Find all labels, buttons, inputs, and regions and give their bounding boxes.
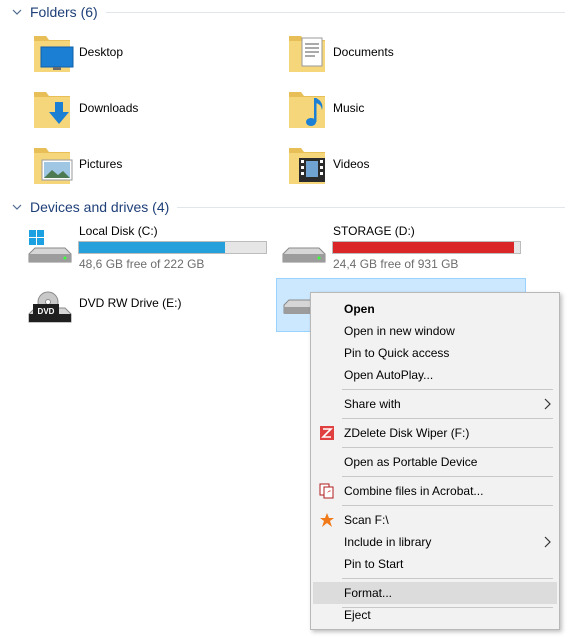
- menu-item-open-portable[interactable]: Open as Portable Device: [313, 451, 557, 473]
- folders-section-title: Folders (6): [30, 4, 98, 20]
- avast-scan-icon: [320, 513, 334, 527]
- pictures-folder-icon: [34, 148, 73, 184]
- menu-item-share-with[interactable]: Share with: [313, 393, 557, 415]
- menu-item-label: Share with: [344, 397, 401, 411]
- menu-separator: [342, 476, 553, 477]
- videos-folder-icon: [289, 148, 325, 184]
- menu-item-label: Open: [344, 302, 375, 316]
- menu-separator: [342, 447, 553, 448]
- drives-section-header[interactable]: Devices and drives (4): [10, 196, 565, 218]
- folder-videos[interactable]: Videos: [285, 144, 515, 188]
- section-divider: [177, 206, 565, 208]
- menu-item-label: Pin to Quick access: [344, 346, 450, 360]
- drive-label: Local Disk (C:): [79, 224, 158, 238]
- documents-folder-icon: [289, 36, 325, 72]
- chevron-right-icon: [544, 536, 551, 548]
- menu-item-label: Open in new window: [344, 324, 455, 338]
- section-divider: [105, 11, 565, 13]
- menu-item-zdelete[interactable]: ZDelete Disk Wiper (F:): [313, 422, 557, 444]
- menu-item-label: ZDelete Disk Wiper (F:): [344, 426, 470, 440]
- drive-free-space: 48,6 GB free of 222 GB: [79, 257, 205, 271]
- menu-separator: [342, 578, 553, 579]
- menu-item-label: Include in library: [344, 535, 432, 549]
- drive-d[interactable]: STORAGE (D:) 24,4 GB free of 931 GB: [281, 224, 526, 274]
- menu-item-format[interactable]: Format...: [313, 582, 557, 604]
- menu-item-combine-acrobat[interactable]: Combine files in Acrobat...: [313, 480, 557, 502]
- menu-item-label: Format...: [344, 586, 393, 600]
- folder-downloads[interactable]: Downloads: [30, 88, 260, 132]
- menu-item-label: Open AutoPlay...: [344, 368, 434, 382]
- dvd-drive-icon: DVD: [28, 291, 72, 323]
- desktop-folder-icon: [34, 36, 74, 72]
- drive-free-space: 24,4 GB free of 931 GB: [333, 257, 459, 271]
- menu-item-label: Scan F:\: [344, 513, 389, 527]
- drive-label: STORAGE (D:): [333, 224, 415, 238]
- context-menu: Open Open in new window Pin to Quick acc…: [310, 292, 560, 630]
- drive-e[interactable]: DVD DVD RW Drive (E:): [27, 290, 272, 330]
- chevron-down-icon[interactable]: [10, 200, 24, 214]
- folder-label: Music: [333, 101, 365, 115]
- menu-item-pin-start[interactable]: Pin to Start: [313, 553, 557, 575]
- drive-usage-bar: [332, 241, 521, 254]
- folder-desktop[interactable]: Desktop: [30, 32, 260, 76]
- folder-pictures[interactable]: Pictures: [30, 144, 260, 188]
- folder-music[interactable]: Music: [285, 88, 515, 132]
- svg-text:DVD: DVD: [38, 307, 55, 316]
- menu-item-label: Combine files in Acrobat...: [344, 484, 484, 498]
- menu-item-open-new-window[interactable]: Open in new window: [313, 320, 557, 342]
- menu-item-label: Eject: [344, 608, 371, 622]
- zdelete-icon: [320, 426, 334, 440]
- folders-section-header[interactable]: Folders (6): [10, 1, 565, 23]
- drive-c[interactable]: Local Disk (C:) 48,6 GB free of 222 GB: [27, 224, 272, 274]
- drive-usage-bar: [78, 241, 267, 254]
- drive-label: DVD RW Drive (E:): [79, 296, 182, 310]
- menu-item-open-autoplay[interactable]: Open AutoPlay...: [313, 364, 557, 386]
- menu-separator: [342, 389, 553, 390]
- acrobat-combine-icon: [319, 483, 334, 499]
- chevron-down-icon[interactable]: [10, 5, 24, 19]
- folder-label: Documents: [333, 45, 394, 59]
- menu-item-label: Open as Portable Device: [344, 455, 478, 469]
- folder-label: Videos: [333, 157, 370, 171]
- menu-item-include-library[interactable]: Include in library: [313, 531, 557, 553]
- folder-documents[interactable]: Documents: [285, 32, 515, 76]
- menu-item-scan[interactable]: Scan F:\: [313, 509, 557, 531]
- menu-item-pin-quick-access[interactable]: Pin to Quick access: [313, 342, 557, 364]
- menu-item-eject[interactable]: Eject: [313, 604, 557, 626]
- music-folder-icon: [289, 92, 325, 128]
- drives-section-title: Devices and drives (4): [30, 199, 170, 215]
- downloads-folder-icon: [34, 92, 70, 128]
- menu-item-open[interactable]: Open: [313, 298, 557, 320]
- folder-label: Desktop: [79, 45, 124, 59]
- folder-label: Pictures: [79, 157, 123, 171]
- hard-drive-icon: [282, 247, 326, 263]
- menu-item-label: Pin to Start: [344, 557, 404, 571]
- menu-separator: [342, 505, 553, 506]
- chevron-right-icon: [544, 398, 551, 410]
- folder-label: Downloads: [79, 101, 139, 115]
- menu-separator: [342, 418, 553, 419]
- windows-drive-icon: [28, 230, 72, 263]
